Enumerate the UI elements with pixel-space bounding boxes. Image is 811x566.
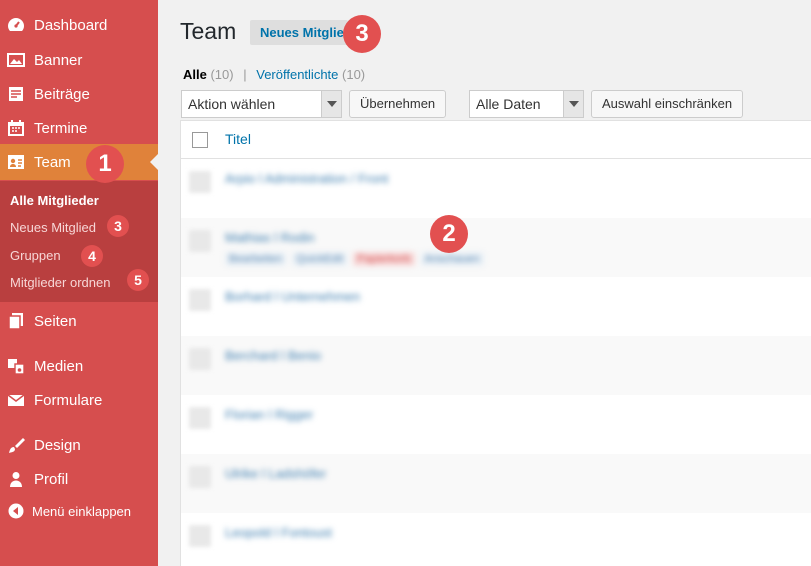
callout-3-header: 3	[343, 15, 381, 53]
row-checkbox[interactable]	[189, 230, 211, 252]
row-checkbox[interactable]	[189, 171, 211, 193]
row-title[interactable]: Arpio l Administration / Front	[225, 171, 388, 186]
members-table: Titel Arpio l Administration / Front Mat…	[180, 120, 811, 566]
menu-label: Profil	[34, 470, 69, 488]
submenu-groups[interactable]: Gruppen	[10, 248, 61, 263]
row-title[interactable]: Mathias l Rodin	[225, 230, 315, 245]
menu-label: Team	[34, 153, 71, 171]
menu-label: Formulare	[34, 391, 103, 409]
callout-5: 5	[127, 269, 149, 291]
table-header: Titel	[181, 121, 811, 159]
date-filter-value: Alle Daten	[476, 96, 541, 112]
bulk-action-value: Aktion wählen	[188, 96, 276, 112]
callout-4: 4	[81, 245, 103, 267]
menu-item-pages[interactable]: Seiten	[0, 303, 158, 339]
filter-all[interactable]: Alle	[183, 67, 207, 82]
user-icon	[7, 470, 25, 488]
row-title[interactable]: Florian l Rigger	[225, 407, 313, 422]
add-new-member-button[interactable]: Neues Mitglied	[250, 20, 348, 45]
row-action-trash[interactable]: Papierkorb	[353, 252, 415, 266]
collapse-menu-button[interactable]: Menü einklappen	[8, 503, 131, 519]
submenu-order-members[interactable]: Mitglieder ordnen	[10, 275, 110, 290]
chevron-down-icon	[563, 91, 583, 117]
submenu-new-member[interactable]: Neues Mitglied	[10, 220, 96, 235]
menu-label: Dashboard	[34, 16, 108, 34]
team-icon	[7, 153, 25, 171]
row-title[interactable]: Ulrike l Ladshöfer	[225, 466, 326, 481]
row-title[interactable]: Borhard l Unternehmen	[225, 289, 360, 304]
table-row[interactable]: Berchard l Benio	[181, 336, 811, 395]
menu-label: Termine	[34, 119, 88, 137]
filter-separator: |	[243, 67, 247, 82]
banner-icon	[7, 51, 25, 69]
menu-item-design[interactable]: Design	[0, 427, 158, 463]
menu-label: Medien	[34, 357, 84, 375]
row-checkbox[interactable]	[189, 407, 211, 429]
table-row[interactable]: Florian l Rigger	[181, 395, 811, 454]
calendar-icon	[7, 119, 25, 137]
row-actions: Bearbeiten QuickEdit Papierkorb Anschaue…	[225, 252, 484, 266]
filter-button[interactable]: Auswahl einschränken	[591, 90, 744, 118]
table-row[interactable]: Arpio l Administration / Front	[181, 159, 811, 218]
status-filters: Alle (10) | Veröffentlichte (10)	[183, 67, 365, 82]
row-action-quickedit[interactable]: QuickEdit	[292, 252, 348, 266]
submenu-all-members[interactable]: Alle Mitglieder	[10, 193, 99, 208]
menu-item-team[interactable]: Team	[0, 144, 158, 180]
row-checkbox[interactable]	[189, 466, 211, 488]
menu-label: Design	[34, 436, 81, 454]
table-row[interactable]: Ulrike l Ladshöfer	[181, 454, 811, 513]
table-row[interactable]: Borhard l Unternehmen	[181, 277, 811, 336]
row-title[interactable]: Leopold l Fontoust	[225, 525, 332, 540]
column-title-header[interactable]: Titel	[225, 131, 251, 147]
chevron-down-icon	[321, 91, 341, 117]
collapse-label: Menü einklappen	[32, 503, 132, 519]
date-filter-select[interactable]: Alle Daten	[469, 90, 584, 118]
posts-icon	[7, 85, 25, 103]
table-row[interactable]: Mathias l Rodin Bearbeiten QuickEdit Pap…	[181, 218, 811, 277]
mail-icon	[7, 391, 25, 409]
menu-item-media[interactable]: Medien	[0, 348, 158, 384]
media-icon	[7, 357, 25, 375]
table-row[interactable]: Leopold l Fontoust	[181, 513, 811, 566]
page-title: Team	[180, 18, 237, 44]
apply-button[interactable]: Übernehmen	[349, 90, 447, 118]
menu-item-profile[interactable]: Profil	[0, 461, 158, 497]
row-checkbox[interactable]	[189, 348, 211, 370]
callout-3-sidebar: 3	[107, 215, 129, 237]
menu-item-events[interactable]: Termine	[0, 110, 158, 146]
collapse-icon	[8, 503, 24, 519]
row-checkbox[interactable]	[189, 525, 211, 547]
row-action-edit[interactable]: Bearbeiten	[225, 252, 287, 266]
pages-icon	[7, 312, 25, 330]
brush-icon	[7, 436, 25, 454]
select-all-checkbox[interactable]	[192, 132, 208, 148]
filter-published-count: (10)	[342, 67, 366, 82]
callout-1: 1	[86, 145, 124, 183]
dashboard-icon	[7, 16, 25, 34]
bulk-action-select[interactable]: Aktion wählen	[181, 90, 342, 118]
callout-2: 2	[430, 215, 468, 253]
filter-published[interactable]: Veröffentlichte	[256, 67, 338, 82]
menu-item-dashboard[interactable]: Dashboard	[0, 7, 158, 43]
filter-all-count: (10)	[210, 67, 234, 82]
menu-label: Beiträge	[34, 85, 90, 103]
main-content: Team Neues Mitglied Alle (10) | Veröffen…	[158, 0, 811, 566]
menu-item-banner[interactable]: Banner	[0, 42, 158, 78]
row-title[interactable]: Berchard l Benio	[225, 348, 321, 363]
menu-item-forms[interactable]: Formulare	[0, 382, 158, 418]
menu-label: Seiten	[34, 312, 77, 330]
row-checkbox[interactable]	[189, 289, 211, 311]
menu-item-posts[interactable]: Beiträge	[0, 76, 158, 112]
row-action-view[interactable]: Anschauen	[420, 252, 484, 266]
menu-label: Banner	[34, 51, 83, 69]
